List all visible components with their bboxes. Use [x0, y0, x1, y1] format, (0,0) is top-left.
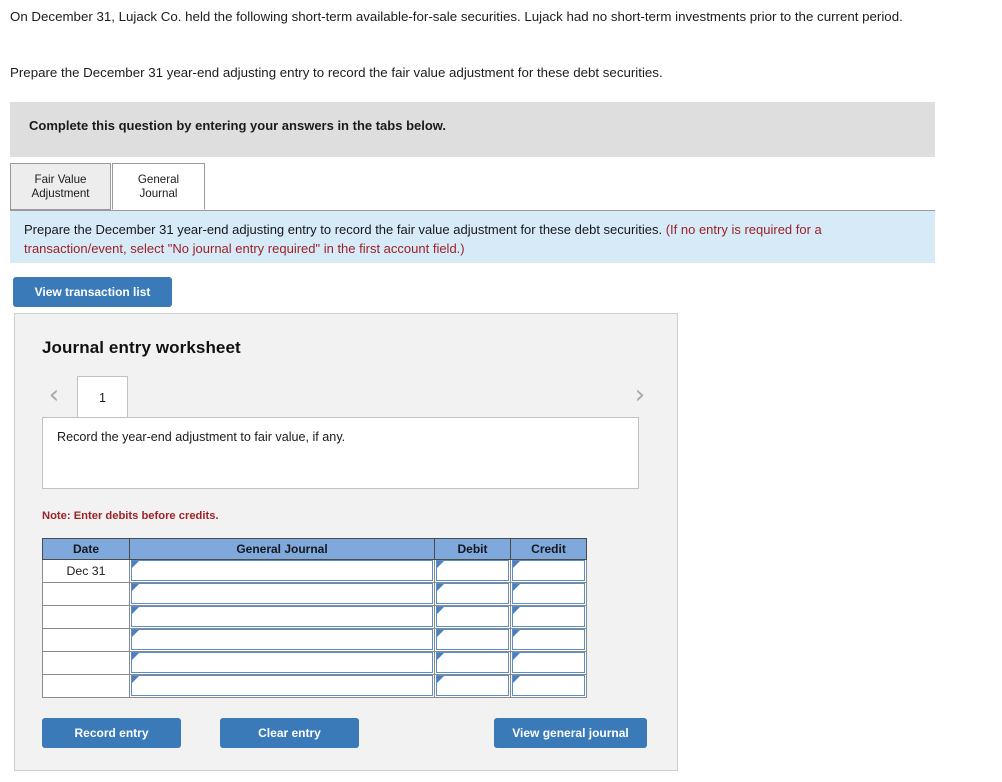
requirement-text: Prepare the December 31 year-end adjusti… — [24, 222, 663, 237]
worksheet-page-number: 1 — [99, 390, 106, 405]
cell-date-4[interactable] — [42, 628, 130, 652]
cell-debit-1[interactable] — [434, 559, 511, 583]
worksheet-page-tab-1[interactable]: 1 — [77, 376, 128, 418]
chevron-right-icon[interactable]: › — [627, 380, 653, 410]
cell-debit-4[interactable] — [434, 628, 511, 652]
cell-account-1[interactable] — [129, 559, 435, 583]
journal-entry-table: Date General Journal Debit Credit Dec 31 — [42, 538, 587, 698]
credit-input-1[interactable] — [512, 560, 585, 581]
instruction-banner-text: Complete this question by entering your … — [29, 118, 447, 133]
credit-input-6[interactable] — [512, 675, 585, 696]
cell-date-2[interactable] — [42, 582, 130, 606]
clear-entry-button[interactable]: Clear entry — [220, 718, 359, 748]
credit-input-5[interactable] — [512, 652, 585, 673]
cell-account-4[interactable] — [129, 628, 435, 652]
debit-input-2[interactable] — [436, 583, 509, 604]
cell-credit-3[interactable] — [510, 605, 587, 629]
tab-fair-value-adjustment-label: Fair Value Adjustment — [31, 172, 90, 200]
worksheet-title: Journal entry worksheet — [42, 338, 241, 357]
column-header-date: Date — [42, 538, 130, 560]
account-select-3[interactable] — [131, 606, 433, 627]
tab-fair-value-adjustment[interactable]: Fair Value Adjustment — [10, 163, 111, 210]
cell-account-3[interactable] — [129, 605, 435, 629]
debit-input-3[interactable] — [436, 606, 509, 627]
table-header-row: Date General Journal Debit Credit — [42, 538, 587, 560]
view-general-journal-button[interactable]: View general journal — [494, 718, 647, 748]
cell-debit-6[interactable] — [434, 674, 511, 698]
account-select-1[interactable] — [131, 560, 433, 581]
cell-debit-3[interactable] — [434, 605, 511, 629]
view-transaction-list-button[interactable]: View transaction list — [13, 277, 172, 307]
account-select-6[interactable] — [131, 675, 433, 696]
tab-general-journal-label: General Journal — [137, 172, 180, 200]
table-row — [42, 674, 587, 698]
debits-before-credits-note: Note: Enter debits before credits. — [42, 510, 219, 522]
cell-debit-5[interactable] — [434, 651, 511, 675]
cell-credit-1[interactable] — [510, 559, 587, 583]
credit-input-2[interactable] — [512, 583, 585, 604]
cell-account-6[interactable] — [129, 674, 435, 698]
tab-general-journal[interactable]: General Journal — [112, 163, 205, 210]
debit-input-5[interactable] — [436, 652, 509, 673]
question-intro-paragraph: On December 31, Lujack Co. held the foll… — [10, 9, 903, 24]
column-header-debit: Debit — [434, 538, 511, 560]
journal-entry-worksheet-panel: Journal entry worksheet ‹ 1 › Record the… — [14, 313, 678, 771]
chevron-left-icon[interactable]: ‹ — [41, 380, 67, 410]
instruction-banner: Complete this question by entering your … — [10, 102, 935, 157]
question-requirement-paragraph: Prepare the December 31 year-end adjusti… — [10, 65, 663, 80]
cell-credit-4[interactable] — [510, 628, 587, 652]
column-header-credit: Credit — [510, 538, 587, 560]
table-row — [42, 605, 587, 629]
worksheet-pager: ‹ 1 › — [15, 374, 679, 418]
debit-input-6[interactable] — [436, 675, 509, 696]
table-row: Dec 31 — [42, 559, 587, 583]
cell-date-3[interactable] — [42, 605, 130, 629]
account-select-4[interactable] — [131, 629, 433, 650]
cell-date-1[interactable]: Dec 31 — [42, 559, 130, 583]
cell-account-2[interactable] — [129, 582, 435, 606]
record-entry-button[interactable]: Record entry — [42, 718, 181, 748]
cell-debit-2[interactable] — [434, 582, 511, 606]
cell-credit-6[interactable] — [510, 674, 587, 698]
debit-input-4[interactable] — [436, 629, 509, 650]
requirement-panel: Prepare the December 31 year-end adjusti… — [10, 211, 935, 263]
credit-input-4[interactable] — [512, 629, 585, 650]
tab-strip: Fair Value Adjustment General Journal — [10, 163, 935, 211]
column-header-general-journal: General Journal — [129, 538, 435, 560]
worksheet-description-box: Record the year-end adjustment to fair v… — [42, 417, 639, 489]
account-select-5[interactable] — [131, 652, 433, 673]
debit-input-1[interactable] — [436, 560, 509, 581]
account-select-2[interactable] — [131, 583, 433, 604]
cell-account-5[interactable] — [129, 651, 435, 675]
cell-date-6[interactable] — [42, 674, 130, 698]
cell-credit-5[interactable] — [510, 651, 587, 675]
table-row — [42, 651, 587, 675]
table-row — [42, 582, 587, 606]
cell-credit-2[interactable] — [510, 582, 587, 606]
credit-input-3[interactable] — [512, 606, 585, 627]
cell-date-5[interactable] — [42, 651, 130, 675]
worksheet-description-text: Record the year-end adjustment to fair v… — [57, 430, 346, 444]
page-root: On December 31, Lujack Co. held the foll… — [0, 0, 1002, 782]
table-row — [42, 628, 587, 652]
